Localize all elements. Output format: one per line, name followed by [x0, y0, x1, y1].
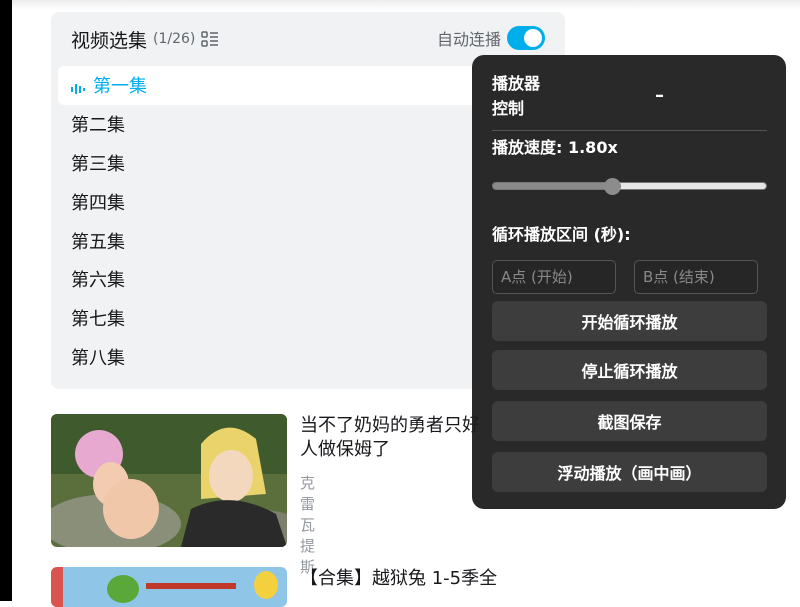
loop-end-input[interactable]: [634, 260, 758, 294]
episode-label: 第六集: [71, 270, 125, 292]
video-thumbnail[interactable]: [51, 414, 287, 547]
slider-track[interactable]: [492, 182, 767, 190]
minimize-button[interactable]: –: [655, 85, 664, 106]
autoplay-label: 自动连播: [436, 30, 501, 49]
episode-count: (1/26): [153, 31, 196, 47]
playback-speed-slider[interactable]: [492, 178, 767, 195]
slider-thumb[interactable]: [604, 178, 621, 195]
video-title[interactable]: 【合集】越狱兔 1-5季全: [300, 567, 530, 591]
player-control-panel: 播放器 控制 – 播放速度: 1.80x 循环播放区间 (秒): 开始循环播放 …: [472, 55, 786, 509]
episode-header: 视频选集 (1/26): [71, 26, 219, 52]
autoplay-control: 自动连播: [437, 26, 545, 50]
episode-label: 第三集: [71, 153, 125, 175]
player-control-title: 播放器 控制: [492, 74, 541, 118]
episode-label: 第二集: [71, 115, 125, 137]
video-author[interactable]: 克雷瓦提斯: [300, 472, 315, 577]
episode-label: 第七集: [71, 309, 125, 331]
toggle-knob: [524, 29, 542, 47]
start-loop-button[interactable]: 开始循环播放: [492, 301, 767, 341]
episode-label: 第四集: [71, 192, 125, 214]
top-shadow: [12, 0, 800, 10]
now-playing-icon: [71, 79, 85, 95]
episode-panel-title: 视频选集: [71, 29, 148, 52]
list-view-icon[interactable]: [201, 30, 219, 48]
autoplay-toggle[interactable]: [507, 26, 545, 50]
divider: [492, 130, 767, 131]
episode-label: 第一集: [93, 76, 147, 98]
episode-label: 第五集: [71, 231, 125, 253]
loop-range-label: 循环播放区间 (秒):: [492, 225, 631, 244]
picture-in-picture-button[interactable]: 浮动播放（画中画）: [492, 452, 767, 492]
stop-loop-button[interactable]: 停止循环播放: [492, 350, 767, 390]
playback-speed-label: 播放速度: 1.80x: [492, 138, 618, 157]
video-thumbnail[interactable]: [51, 567, 287, 607]
episode-label: 第八集: [71, 347, 125, 369]
screenshot-save-button[interactable]: 截图保存: [492, 401, 767, 441]
loop-start-input[interactable]: [492, 260, 616, 294]
left-edge-bar: [0, 0, 12, 601]
